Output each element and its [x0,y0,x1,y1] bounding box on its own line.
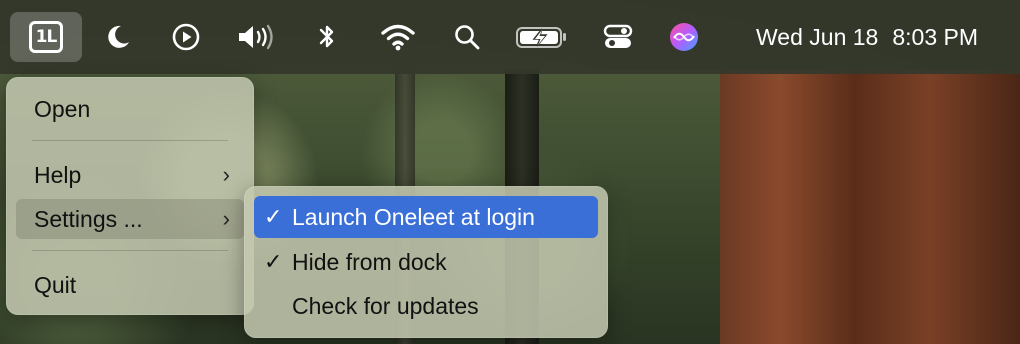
menu-separator [32,250,228,251]
settings-submenu: ✓ Launch Oneleet at login ✓ Hide from do… [244,186,608,338]
battery-charging-icon [512,13,572,61]
menu-item-label: Settings ... [34,205,143,232]
menu-item-open[interactable]: Open [16,89,244,129]
moon-icon[interactable] [98,13,138,61]
search-icon[interactable] [448,13,486,61]
wallpaper-redwood-trunk [720,70,1020,344]
submenu-item-label: Hide from dock [292,248,447,275]
clock-time: 8:03 PM [892,23,978,50]
submenu-item-label: Launch Oneleet at login [292,203,535,230]
checkmark-icon: ✓ [264,249,283,274]
menu-item-label: Help [34,161,82,188]
submenu-item-hide-from-dock[interactable]: ✓ Hide from dock [254,241,598,283]
menu-item-help[interactable]: Help › [16,155,244,195]
bluetooth-icon[interactable] [310,13,344,61]
play-circle-icon[interactable] [164,13,208,61]
menu-item-label: Quit [34,271,77,298]
checkmark-icon: ✓ [264,204,283,229]
menu-item-label: Open [34,95,91,122]
siri-icon[interactable] [664,13,704,61]
speaker-icon[interactable] [232,13,282,61]
submenu-item-label: Check for updates [292,292,479,319]
chevron-right-icon: › [222,162,230,187]
oneleet-dropdown-menu: Open Help › Settings ... › Quit [6,77,254,315]
oneleet-logo-icon: 1L [29,21,63,53]
chevron-right-icon: › [222,206,230,231]
menu-separator [32,140,228,141]
menu-item-settings[interactable]: Settings ... › [16,199,244,239]
menu-item-quit[interactable]: Quit [16,265,244,305]
clock-date: Wed Jun 18 [756,23,879,50]
submenu-item-check-for-updates[interactable]: Check for updates [254,285,598,327]
menubar-clock[interactable]: Wed Jun 18 8:03 PM [700,0,1010,74]
oneleet-menu-extra[interactable]: 1L [10,12,82,62]
menu-bar: 1L Wed Jun 18 8:03 PM [0,0,1020,74]
control-center-icon[interactable] [598,13,638,61]
submenu-item-launch-at-login[interactable]: ✓ Launch Oneleet at login [254,196,598,238]
wifi-icon[interactable] [376,13,420,61]
